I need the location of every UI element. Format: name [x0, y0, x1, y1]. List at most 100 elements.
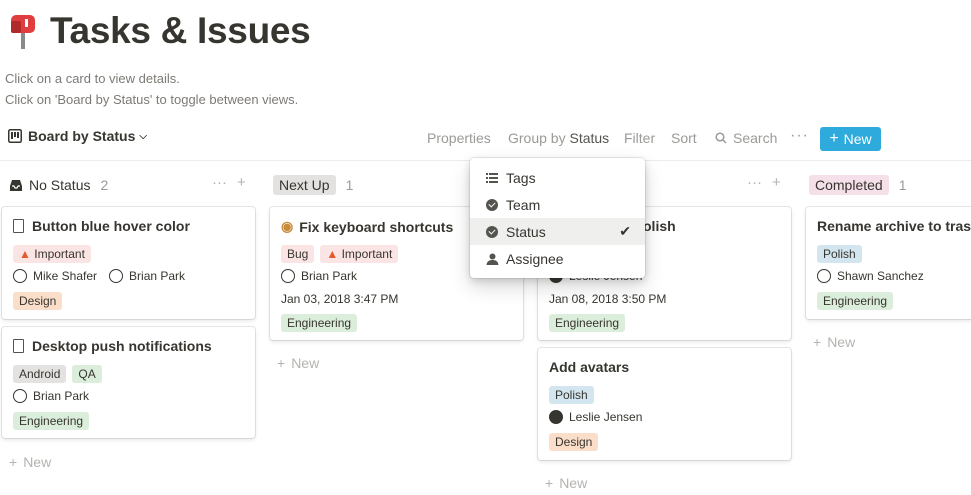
tag-bug: Bug	[281, 245, 315, 263]
new-button[interactable]: + New	[820, 127, 881, 151]
column-name: Completed	[809, 175, 889, 195]
card-title: ◉ Fix keyboard shortcuts	[281, 218, 453, 235]
card-assignees: Brian Park	[281, 269, 363, 283]
card-team: Design	[13, 292, 63, 310]
page-title: Tasks & Issues	[50, 10, 311, 51]
column-tools: ··· +	[747, 174, 781, 191]
card-assignees: Leslie Jensen	[549, 410, 648, 424]
search-icon	[715, 132, 727, 144]
card-title-text: Desktop push notifications	[32, 338, 212, 354]
column-header-next-up[interactable]: Next Up 1	[273, 174, 353, 196]
group-by-prefix: Group by	[508, 130, 566, 146]
document-icon	[13, 219, 24, 233]
card-team: Engineering	[817, 292, 894, 310]
plus-icon: +	[829, 130, 839, 147]
board-card[interactable]: Button blue hover color ▲ Important Mike…	[2, 207, 255, 319]
board-card[interactable]: Rename archive to trash Polish Shawn San…	[806, 207, 971, 319]
column-header-completed[interactable]: Completed 1	[809, 174, 907, 196]
tag-team: Design	[13, 292, 63, 310]
page-description-line: Click on a card to view details.	[5, 71, 180, 86]
sort-button[interactable]: Sort	[671, 130, 697, 146]
board-view-icon	[8, 129, 22, 143]
board-card[interactable]: Add avatars Polish Leslie Jensen Design	[538, 348, 791, 460]
plus-icon[interactable]: +	[237, 174, 246, 191]
assignee: Leslie Jensen	[549, 410, 642, 424]
menu-item-status[interactable]: Status ✔	[470, 218, 645, 245]
mailbox-icon[interactable]	[8, 11, 38, 51]
document-icon	[13, 339, 24, 353]
menu-item-label: Status	[506, 223, 546, 240]
card-title-text: Button blue hover color	[32, 218, 190, 234]
tag: QA	[72, 365, 102, 383]
card-title: Desktop push notifications	[13, 338, 212, 354]
more-options-icon[interactable]: ···	[747, 174, 762, 191]
group-by-button[interactable]: Group by Status	[508, 130, 609, 146]
inbox-icon	[10, 179, 22, 191]
tag-important: ▲ Important	[13, 245, 91, 263]
card-team: Design	[549, 433, 599, 451]
tag-team: Engineering	[281, 314, 358, 332]
card-title-text: olish	[643, 218, 676, 234]
card-tags: Polish	[549, 386, 594, 404]
tag-team: Design	[549, 433, 599, 451]
add-card-button[interactable]: + New	[277, 355, 319, 371]
card-team: Engineering	[281, 314, 358, 332]
card-title: Button blue hover color	[13, 218, 190, 234]
list-icon	[484, 172, 500, 183]
tag-polish: Polish	[549, 386, 594, 404]
avatar	[109, 269, 124, 283]
add-card-button[interactable]: + New	[545, 475, 587, 491]
chevron-down-icon: ⌵	[139, 130, 147, 142]
menu-item-assignee[interactable]: Assignee	[470, 245, 645, 272]
assignee: Brian Park	[13, 389, 89, 403]
properties-button[interactable]: Properties	[427, 130, 491, 146]
menu-item-label: Tags	[506, 169, 536, 186]
assignee: Brian Park	[109, 269, 185, 283]
more-options-icon[interactable]: ···	[790, 127, 809, 145]
select-icon	[484, 198, 500, 211]
avatar	[13, 269, 27, 283]
plus-icon[interactable]: +	[772, 174, 781, 191]
avatar	[281, 269, 295, 283]
fire-icon: ▲	[19, 247, 31, 261]
filter-button[interactable]: Filter	[624, 130, 655, 146]
tag-team: Engineering	[13, 412, 90, 430]
new-button-label: New	[843, 131, 872, 147]
add-card-label: New	[23, 454, 52, 470]
card-title-text: Rename archive to trash	[817, 218, 971, 234]
avatar	[817, 269, 831, 283]
page-header: Tasks & Issues	[8, 10, 311, 52]
assignee: Shawn Sanchez	[817, 269, 924, 283]
card-title: Add avatars	[549, 359, 629, 375]
add-card-button[interactable]: + New	[813, 334, 855, 350]
avatar	[549, 410, 563, 424]
fire-icon: ▲	[326, 247, 339, 261]
select-icon	[484, 225, 500, 238]
person-icon	[484, 253, 500, 265]
menu-item-team[interactable]: Team	[470, 191, 645, 218]
card-assignees: Mike Shafer Brian Park	[13, 269, 191, 283]
add-card-button[interactable]: + New	[9, 454, 51, 470]
card-date: Jan 03, 2018 3:47 PM	[281, 292, 399, 306]
plus-icon: +	[813, 334, 822, 350]
plus-icon: +	[277, 355, 286, 371]
checkmark-icon: ✔	[619, 223, 631, 239]
column-header-no-status[interactable]: No Status 2	[9, 174, 108, 196]
tag-team: Engineering	[817, 292, 894, 310]
view-selector[interactable]: Board by Status ⌵	[8, 128, 147, 144]
tag: Android	[13, 365, 67, 383]
card-assignees: Shawn Sanchez	[817, 269, 930, 283]
group-by-value: Status	[569, 130, 610, 146]
search-button[interactable]: Search	[715, 130, 777, 146]
board-card[interactable]: Desktop push notifications Android QA Br…	[2, 327, 255, 438]
card-title: Rename archive to trash	[817, 218, 971, 234]
plus-icon: +	[545, 475, 554, 491]
card-title-text: Fix keyboard shortcuts	[299, 218, 454, 235]
more-options-icon[interactable]: ···	[212, 174, 227, 191]
card-title: olish	[643, 218, 676, 234]
view-selector-label: Board by Status	[28, 128, 136, 144]
tag-polish: Polish	[817, 245, 862, 263]
menu-item-tags[interactable]: Tags	[470, 164, 645, 191]
column-count: 1	[898, 177, 907, 193]
card-tags: ▲ Important	[13, 245, 91, 263]
